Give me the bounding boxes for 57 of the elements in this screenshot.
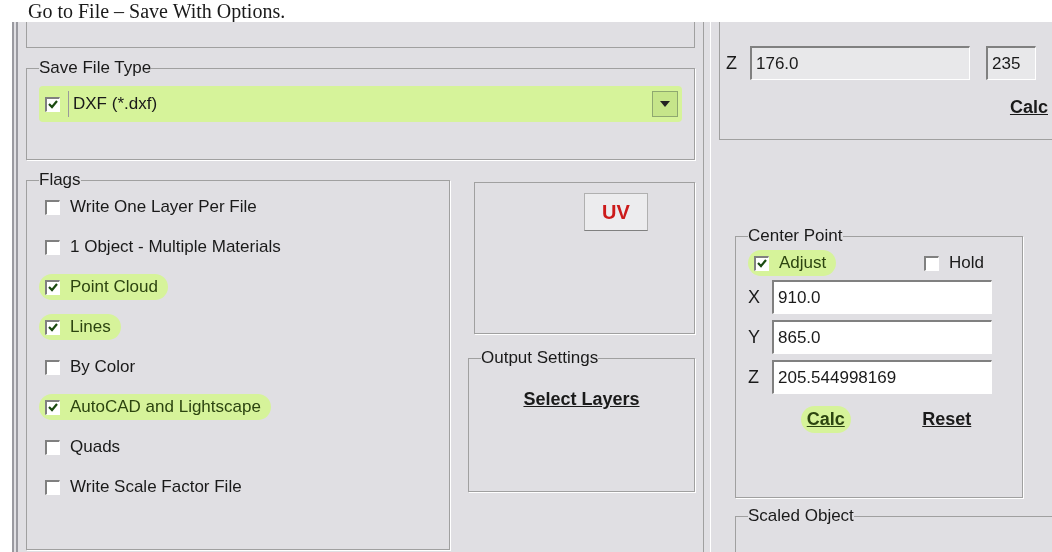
group-title: Scaled Object (748, 506, 854, 526)
text-field[interactable]: 176.0 (750, 46, 970, 80)
axis-label: Z (726, 51, 738, 75)
group-title: Save File Type (39, 58, 152, 78)
checkbox-row[interactable]: Quads (39, 434, 131, 460)
checkbox[interactable] (45, 439, 60, 455)
check-icon (48, 403, 58, 412)
checkbox-label: Quads (70, 436, 121, 459)
checkbox[interactable] (45, 279, 60, 295)
group-title: Center Point (748, 226, 843, 246)
group-title: Output Settings (481, 348, 599, 368)
checkbox[interactable] (45, 359, 60, 375)
checkbox-label: Write One Layer Per File (70, 196, 257, 219)
checkbox[interactable] (45, 479, 60, 495)
uv-button[interactable]: UV (584, 193, 648, 231)
text-button[interactable]: Calc (800, 406, 851, 433)
checkbox-row[interactable]: Lines (39, 314, 121, 340)
checkbox-row[interactable]: AutoCAD and Lightscape (39, 394, 271, 420)
checkbox-row[interactable]: By Color (39, 354, 146, 380)
axis-label: Z (748, 365, 760, 389)
group-title: Flags (39, 170, 81, 190)
text-field[interactable]: 910.0 (772, 280, 992, 314)
text-field[interactable]: 865.0 (772, 320, 992, 354)
calc-link[interactable]: Calc (1009, 94, 1048, 121)
checkbox[interactable] (45, 319, 60, 335)
checkbox-label: Lines (70, 316, 111, 339)
check-icon (48, 323, 58, 332)
checkbox-row[interactable]: Hold (918, 250, 994, 276)
checkbox-label: Point Cloud (70, 276, 158, 299)
check-icon (757, 259, 767, 268)
checkbox[interactable] (754, 255, 769, 271)
checkbox-label: AutoCAD and Lightscape (70, 396, 261, 419)
checkbox-label: 1 Object - Multiple Materials (70, 236, 281, 259)
checkbox[interactable] (45, 199, 60, 215)
check-icon (48, 100, 58, 109)
checkbox-label: Hold (949, 252, 984, 275)
text-field[interactable]: 205.544998169 (772, 360, 992, 394)
text-button[interactable]: Reset (916, 406, 978, 433)
checkbox-row[interactable]: Write One Layer Per File (39, 194, 267, 220)
checkbox-label: Adjust (779, 252, 827, 275)
checkbox-label: Write Scale Factor File (70, 476, 242, 499)
checkbox[interactable] (45, 399, 60, 415)
checkbox-row[interactable]: Write Scale Factor File (39, 474, 252, 500)
select-layers-link[interactable]: Select Layers (523, 386, 640, 413)
axis-label: X (748, 285, 761, 309)
axis-label: Y (748, 325, 761, 349)
text-field[interactable]: 235 (986, 46, 1036, 80)
checkbox-label: By Color (70, 356, 136, 379)
checkbox[interactable] (924, 255, 940, 271)
checkbox[interactable] (45, 239, 60, 255)
check-icon (48, 283, 58, 292)
checkbox-row[interactable]: 1 Object - Multiple Materials (39, 234, 291, 260)
dropdown[interactable]: DXF (*.dxf) (39, 86, 682, 122)
checkbox-row[interactable]: Point Cloud (39, 274, 168, 300)
caption: Go to File – Save With Options. (27, 0, 287, 22)
checkbox-row[interactable]: Adjust (748, 250, 837, 276)
checkbox[interactable] (45, 96, 60, 112)
